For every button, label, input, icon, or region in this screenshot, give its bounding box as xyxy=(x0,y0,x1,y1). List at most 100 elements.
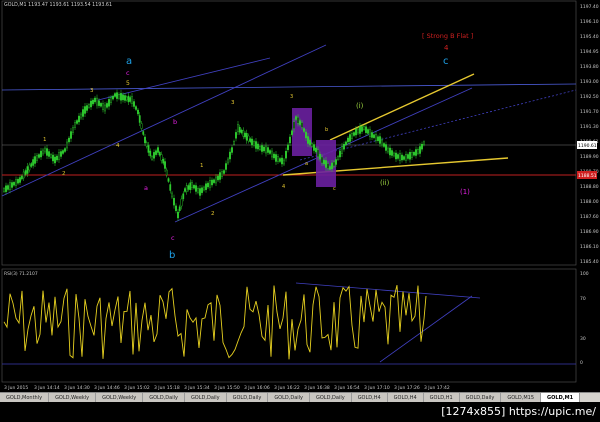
time-axis-label: 3 Jun 14:46 xyxy=(94,385,120,391)
rsi-line xyxy=(3,284,427,360)
candle-body xyxy=(74,122,76,128)
candle-body xyxy=(40,150,42,158)
candle-body xyxy=(323,159,325,165)
time-axis-label: 3 Jun 17:26 xyxy=(394,385,420,391)
candle-body xyxy=(175,205,177,212)
candle-body xyxy=(405,154,407,161)
candle-body xyxy=(244,132,246,138)
candle-body xyxy=(213,179,215,183)
candle-body xyxy=(76,120,78,124)
candle-body xyxy=(389,147,391,156)
candle-body xyxy=(269,150,271,154)
price-axis-label: 1195.40 xyxy=(580,34,599,40)
time-axis-label: 3 Jun 15:02 xyxy=(124,385,150,391)
candle-body xyxy=(361,126,363,132)
candle-body xyxy=(205,183,207,190)
candle-body xyxy=(267,147,269,153)
candle-body xyxy=(343,143,345,150)
candle-body xyxy=(375,134,377,141)
candle-body xyxy=(193,185,195,189)
candle-body xyxy=(104,104,106,112)
candle-body xyxy=(131,96,133,104)
wave-label-3-left: 3 xyxy=(90,88,94,94)
candle-body xyxy=(403,156,405,160)
candle-body xyxy=(223,170,225,174)
candle-body xyxy=(303,128,305,132)
candle-body xyxy=(353,132,355,136)
candle-body xyxy=(26,166,29,174)
candle-body xyxy=(391,150,393,156)
price-axis-label: 1188.80 xyxy=(580,184,599,190)
wave-label-3-mid: 3 xyxy=(231,100,235,106)
wave-label-red-4: 4 xyxy=(444,44,449,52)
candle-body xyxy=(149,150,152,157)
candle-body xyxy=(96,97,98,106)
time-axis-label: 3 Jun 17:42 xyxy=(424,385,450,391)
candle-body xyxy=(164,161,166,169)
rsi-label: RSI(3) 71.2107 xyxy=(4,271,38,277)
time-axis-label: 3 Jun 15:34 xyxy=(184,385,210,391)
candle-body xyxy=(68,137,70,143)
candle-body xyxy=(325,160,327,168)
candle-body xyxy=(162,159,165,164)
candle-body xyxy=(92,99,94,105)
candle-body xyxy=(28,164,31,171)
candle-body xyxy=(233,140,235,145)
candle-body xyxy=(247,135,250,142)
candle-body xyxy=(30,163,33,167)
wave-label-1-mid: 1 xyxy=(200,163,204,169)
candle-body xyxy=(411,152,413,158)
time-axis-label: 3 Jun 16:38 xyxy=(304,385,330,391)
wave-label-c-big: c xyxy=(443,56,449,67)
price-axis-label: 1185.40 xyxy=(580,259,599,265)
candle-body xyxy=(217,175,219,181)
candle-body xyxy=(110,97,112,103)
candle-body xyxy=(393,152,395,157)
candle-body xyxy=(251,138,253,146)
wave-label-5: 5 xyxy=(126,80,130,87)
candle-body xyxy=(191,182,193,188)
candle-body xyxy=(24,170,27,175)
candle-body xyxy=(169,184,172,191)
candle-body xyxy=(13,182,15,186)
candle-body xyxy=(307,136,309,144)
candle-body xyxy=(401,154,403,161)
red-price-text: 1188.51 xyxy=(578,173,597,179)
candle-body xyxy=(100,103,102,107)
candle-body xyxy=(114,93,116,97)
candle-body xyxy=(135,106,137,110)
price-axis-label: 1191.30 xyxy=(580,124,599,130)
candle-body xyxy=(357,128,359,134)
candle-body xyxy=(58,152,60,160)
candle-body xyxy=(283,159,285,165)
candle-body xyxy=(42,149,44,155)
candle-body xyxy=(255,141,257,149)
chart-canvas[interactable]: GOLD,M1 1193.47 1193.61 1193.54 1193.61 … xyxy=(0,0,600,422)
candle-body xyxy=(285,150,287,159)
candle-body xyxy=(311,143,313,147)
candle-body xyxy=(78,115,80,123)
candle-body xyxy=(339,150,341,158)
candle-body xyxy=(36,155,38,161)
candle-body xyxy=(72,127,74,133)
candle-body xyxy=(165,169,168,176)
rsi-lower-trendline xyxy=(379,295,473,363)
candle-body xyxy=(281,157,283,165)
candle-body xyxy=(279,158,281,162)
candle-body xyxy=(221,171,223,177)
candle-body xyxy=(313,144,315,151)
wave-label-b-big: b xyxy=(169,250,175,261)
candle-body xyxy=(235,132,237,139)
candle-body xyxy=(195,185,197,192)
wave-label-a-magenta: a xyxy=(144,184,148,192)
candle-body xyxy=(227,158,229,164)
price-axis-label: 1186.90 xyxy=(580,229,599,235)
candle-body xyxy=(17,179,19,184)
candle-body xyxy=(333,161,335,167)
candle-body xyxy=(44,147,46,153)
candle-body xyxy=(203,186,205,191)
wave-label-2-left: 2 xyxy=(62,171,66,177)
candle-body xyxy=(184,188,186,192)
candle-body xyxy=(66,141,68,149)
wave-label-b-magenta: b xyxy=(173,118,177,126)
